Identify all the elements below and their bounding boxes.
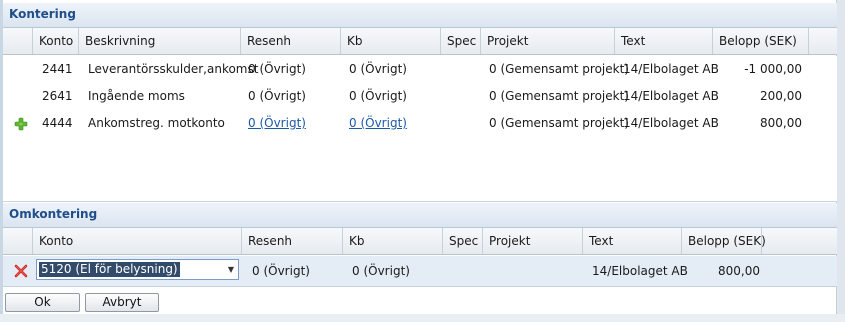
cell-kb: 0 (Övrigt) <box>352 264 410 278</box>
column-belopp[interactable]: Belopp (SEK) <box>681 228 766 254</box>
window-right-border <box>836 0 845 322</box>
omkontering-title: Omkontering <box>9 207 98 221</box>
cell-belopp: 800,00 <box>718 264 760 278</box>
table-row[interactable]: 4444 Ankomstreg. motkonto 0 (Övrigt) 0 (… <box>3 110 837 138</box>
konto-select-value: 5120 (El för belysning) <box>39 262 180 277</box>
cell-projekt: 0 (Gemensamt projekt) <box>489 62 629 76</box>
omkontering-header: Omkontering <box>3 203 837 228</box>
table-row[interactable]: 2441 Leverantörsskulder,ankomst 0 (Övrig… <box>3 56 837 84</box>
column-kb[interactable]: Kb <box>340 28 440 54</box>
column-kb[interactable]: Kb <box>342 228 442 254</box>
cell-projekt: 0 (Gemensamt projekt) <box>489 89 629 103</box>
cell-resenh: 0 (Övrigt) <box>248 89 306 103</box>
cell-text: 14/Elbolaget AB <box>623 62 719 76</box>
column-filler <box>761 228 837 254</box>
column-konto[interactable]: Konto <box>32 228 241 254</box>
delete-icon[interactable] <box>14 264 28 278</box>
cell-text: 14/Elbolaget AB <box>592 264 688 278</box>
kontering-header: Kontering <box>3 3 837 28</box>
column-belopp[interactable]: Belopp (SEK) <box>712 28 808 54</box>
cell-resenh: 0 (Övrigt) <box>252 264 310 278</box>
cell-beskrivning: Ankomstreg. motkonto <box>88 116 225 130</box>
cell-resenh: 0 (Övrigt) <box>248 62 306 76</box>
add-icon[interactable] <box>14 117 28 131</box>
table-row[interactable]: 2641 Ingående moms 0 (Övrigt) 0 (Övrigt)… <box>3 83 837 111</box>
column-konto[interactable]: Konto <box>32 28 78 54</box>
cell-belopp: 800,00 <box>760 116 802 130</box>
omkontering-column-header: Konto Resenh Kb Spec Projekt Text Belopp… <box>3 228 837 255</box>
column-resenh[interactable]: Resenh <box>241 228 342 254</box>
column-resenh[interactable]: Resenh <box>240 28 340 54</box>
kontering-column-header: Konto Beskrivning Resenh Kb Spec Projekt… <box>3 28 837 55</box>
konto-select[interactable]: 5120 (El för belysning) ▼ <box>36 259 239 280</box>
cell-kb: 0 (Övrigt) <box>349 89 407 103</box>
table-row-selected[interactable]: 5120 (El för belysning) ▼ 0 (Övrigt) 0 (… <box>3 256 837 287</box>
cell-konto: 2441 <box>42 62 73 76</box>
column-icon-spacer <box>3 28 32 54</box>
cell-kb: 0 (Övrigt) <box>349 62 407 76</box>
cell-belopp: -1 000,00 <box>744 62 802 76</box>
window-bottom-border <box>0 314 845 322</box>
kontering-empty-area <box>3 137 837 202</box>
kb-link[interactable]: 0 (Övrigt) <box>349 110 407 137</box>
resenh-link[interactable]: 0 (Övrigt) <box>248 110 306 137</box>
column-filler <box>808 28 837 54</box>
dialog-window: Kontering Konto Beskrivning Resenh Kb Sp… <box>0 0 845 322</box>
cell-konto: 4444 <box>42 116 73 130</box>
chevron-down-icon[interactable]: ▼ <box>228 263 234 276</box>
cell-belopp: 200,00 <box>760 89 802 103</box>
cell-text: 14/Elbolaget AB <box>623 89 719 103</box>
cell-konto: 2641 <box>42 89 73 103</box>
ok-button[interactable]: Ok <box>5 293 80 312</box>
kontering-title: Kontering <box>9 7 76 21</box>
cell-text: 14/Elbolaget AB <box>623 116 719 130</box>
column-projekt[interactable]: Projekt <box>482 228 582 254</box>
cell-beskrivning: Leverantörsskulder,ankomst <box>88 62 259 76</box>
column-text[interactable]: Text <box>582 228 681 254</box>
column-projekt[interactable]: Projekt <box>480 28 614 54</box>
cell-beskrivning: Ingående moms <box>88 89 185 103</box>
cell-projekt: 0 (Gemensamt projekt) <box>489 116 629 130</box>
column-spec[interactable]: Spec <box>440 28 480 54</box>
column-beskrivning[interactable]: Beskrivning <box>78 28 240 54</box>
column-spec[interactable]: Spec <box>442 228 482 254</box>
column-icon-spacer <box>3 228 32 254</box>
cancel-button[interactable]: Avbryt <box>85 293 159 312</box>
column-text[interactable]: Text <box>614 28 712 54</box>
